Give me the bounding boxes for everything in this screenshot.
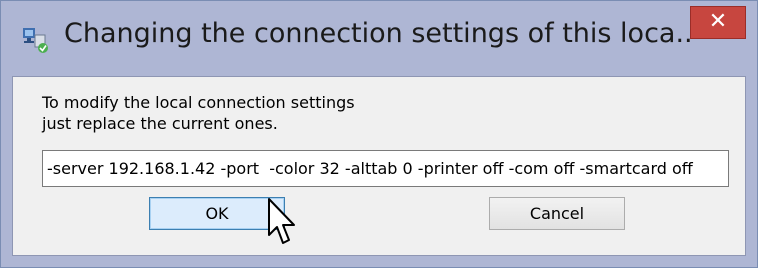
instruction-line-2: just replace the current ones. — [42, 114, 278, 133]
close-icon: ✕ — [708, 9, 728, 34]
close-button[interactable]: ✕ — [690, 6, 746, 39]
mouse-pointer-icon — [268, 198, 295, 244]
window-title: Changing the connection settings of this… — [64, 18, 694, 49]
dialog-window: Changing the connection settings of this… — [0, 0, 758, 268]
instruction-line-1: To modify the local connection settings — [42, 93, 355, 112]
title-bar[interactable]: Changing the connection settings of this… — [1, 1, 757, 76]
cancel-button[interactable]: Cancel — [489, 197, 625, 230]
remote-connection-icon — [23, 28, 48, 53]
instructions: To modify the local connection settings … — [42, 92, 355, 134]
connection-settings-input[interactable] — [42, 150, 729, 187]
dialog-body: To modify the local connection settings … — [12, 76, 746, 256]
ok-button[interactable]: OK — [149, 197, 285, 230]
